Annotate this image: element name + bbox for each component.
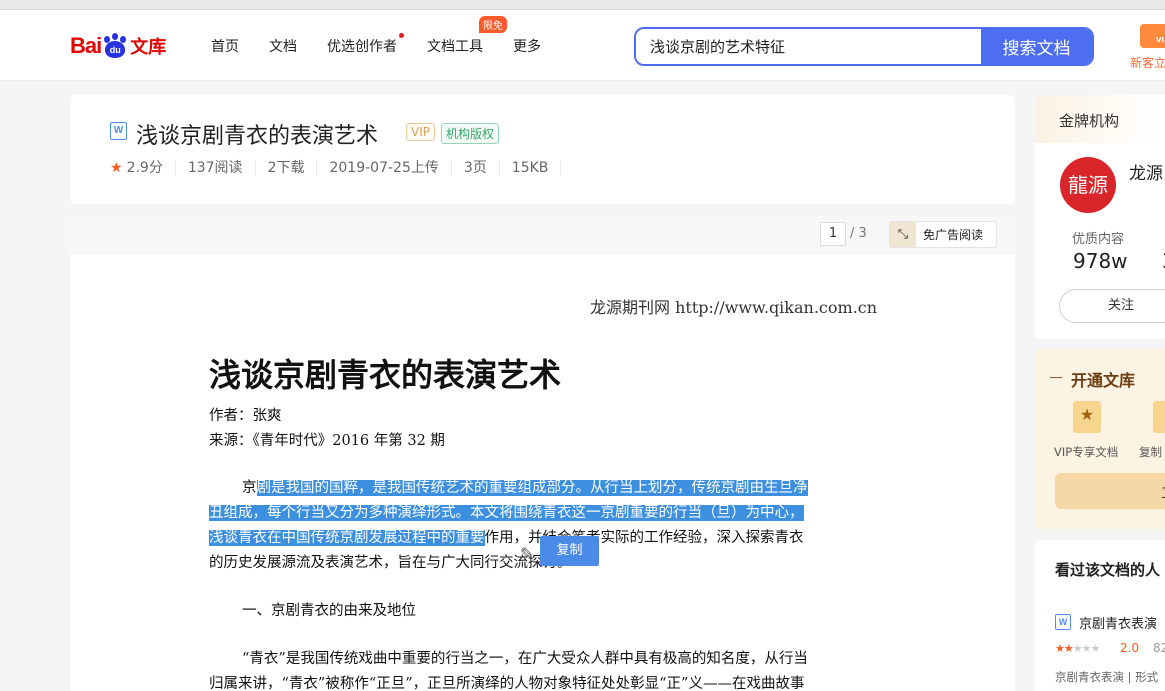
gift-icon: VI <box>1140 24 1165 48</box>
paragraph-line[interactable]: 浅谈青衣在中国传统京剧发展过程中的重要作用，并结合笔者实际的工作经验，深入探索青… <box>209 526 804 547</box>
document-title: 浅谈京剧青衣的表演艺术 <box>136 124 379 149</box>
total-pages: / 3 <box>850 226 867 241</box>
gold-org-card: 金牌机构 龍源 龙源 优质内容 978w 3 关注 <box>1035 95 1165 339</box>
limited-free-badge: 限免 <box>479 15 507 33</box>
rating-value: 2.9分 <box>126 160 163 176</box>
paragraph-line[interactable]: “青衣”是我国传统戏曲中重要的行当之一，在广大受众人群中具有极高的知名度，从行当 <box>242 647 808 668</box>
new-user-gift[interactable]: VI 新客立 <box>1128 22 1165 78</box>
nav-creators-label: 优选创作者 <box>327 38 397 55</box>
logo-du: du <box>105 41 126 58</box>
vip-doc-icon: ★ <box>1073 401 1101 433</box>
document-info-card: W 浅谈京剧青衣的表演艺术 VIP 机构版权 ★ 2.9分 137阅读 2下载 2… <box>70 95 1015 204</box>
read-count: 137阅读 <box>176 161 256 175</box>
paragraph-line[interactable]: 的历史发展源流及表演艺术，旨在与广大同行交流探讨。 <box>209 551 572 572</box>
related-rating: 2.0 <box>1120 641 1140 655</box>
selected-text[interactable]: 丑组成，每个行当又分为多种演绎形式。本文将围绕青衣这一京剧重要的行当（旦）为中心… <box>209 505 804 521</box>
document-page: 龙源期刊网 http://www.qikan.com.cn 浅谈京剧青衣的表演艺… <box>70 254 1015 691</box>
related-tags: 京剧青衣表演 | 形式 <box>1055 670 1159 684</box>
publisher-header: 龙源期刊网 http://www.qikan.com.cn <box>590 298 878 317</box>
search-input[interactable] <box>636 29 981 64</box>
follow-button[interactable]: 关注 <box>1059 289 1165 323</box>
nav-creators[interactable]: 优选创作者 <box>327 32 404 56</box>
stat-label: 优质内容 <box>1072 232 1125 247</box>
paragraph-lead: 京 <box>242 480 257 496</box>
notification-dot <box>399 32 404 38</box>
word-file-icon: W <box>110 122 127 140</box>
copy-benefit-label: 复制 <box>1139 445 1162 459</box>
nav-tools[interactable]: 文档工具 限免 <box>427 15 507 56</box>
new-user-label: 新客立 <box>1130 56 1165 70</box>
vip-badge: VIP <box>406 123 435 141</box>
document-meta: ★ 2.9分 137阅读 2下载 2019-07-25上传 3页 15KB <box>110 161 562 175</box>
vip-open-label: 立 <box>1161 481 1165 502</box>
file-size: 15KB <box>500 161 562 175</box>
copy-button[interactable]: 复制 <box>540 536 599 566</box>
page-count: 3页 <box>452 161 500 175</box>
document-reader: 1 / 3 ⤡ 免广告阅读 龙源期刊网 http://www.qikan.com… <box>70 215 1015 691</box>
paragraph-line[interactable]: 归属来讲，“青衣”被称作“正旦”，正旦所演绎的人物对象特征处处彰显“正”义——在… <box>209 672 804 691</box>
section-heading: 一、京剧青衣的由来及地位 <box>242 603 416 619</box>
star-icon: ★ <box>110 160 123 176</box>
word-file-icon: W <box>1055 614 1071 630</box>
upload-date: 2019-07-25上传 <box>317 161 452 175</box>
vip-open-button[interactable]: 立 <box>1055 473 1165 509</box>
related-title: 看过该文档的人 <box>1055 561 1161 579</box>
baidu-wenku-logo[interactable]: Bai du 文库 <box>70 22 166 70</box>
related-doc-title[interactable]: 京剧青衣表演 <box>1079 613 1157 632</box>
rating: ★ 2.9分 <box>110 161 176 175</box>
nav-home[interactable]: 首页 <box>211 36 239 56</box>
vip-promo-title: 开通文库 <box>1049 367 1135 391</box>
org-name[interactable]: 龙源 <box>1129 159 1163 184</box>
vip-benefit-label: VIP专享文档 <box>1054 445 1119 459</box>
browser-top-strip <box>0 0 1165 10</box>
copy-icon <box>1153 401 1165 433</box>
author-line: 作者：张爽 <box>209 408 282 424</box>
logo-bai: Bai <box>70 33 102 58</box>
copyright-badge: 机构版权 <box>441 123 500 144</box>
related-count: 82 <box>1153 641 1165 655</box>
nav-more[interactable]: 更多 <box>513 36 541 56</box>
star-rating-icon: ★★★★★ <box>1055 642 1100 655</box>
download-count: 2下载 <box>256 161 318 175</box>
source-line: 来源：《青年时代》2016 年第 32 期 <box>209 433 445 449</box>
expand-icon: ⤡ <box>890 222 916 247</box>
vip-promo-card: 开通文库 ★ VIP专享文档 复制 立 <box>1035 349 1165 529</box>
pencil-icon[interactable]: ✎ <box>520 544 533 563</box>
current-page-input[interactable]: 1 <box>820 222 846 246</box>
content-title: 浅谈京剧青衣的表演艺术 <box>209 356 562 394</box>
paw-icon: du <box>102 33 128 59</box>
nav-tools-label: 文档工具 <box>427 38 483 55</box>
adfree-reading-button[interactable]: ⤡ 免广告阅读 <box>889 221 997 248</box>
search-bar: 搜索文档 <box>634 27 1094 66</box>
paragraph-line[interactable]: 丑组成，每个行当又分为多种演绎形式。本文将围绕青衣这一京剧重要的行当（旦）为中心… <box>209 501 804 522</box>
reader-toolbar: 1 / 3 ⤡ 免广告阅读 <box>70 215 1015 254</box>
site-header: Bai du 文库 首页 文档 优选创作者 文档工具 限免 更多 搜索文档 VI … <box>0 10 1165 81</box>
gift-tag: VI <box>1156 36 1165 44</box>
org-card-header: 金牌机构 <box>1035 95 1165 143</box>
adfree-label: 免广告阅读 <box>923 228 984 242</box>
selected-text[interactable]: 剧是我国的国粹，是我国传统艺术的重要组成部分。从行当上划分，传统京剧由生旦净 <box>256 480 808 496</box>
org-avatar[interactable]: 龍源 <box>1060 157 1116 213</box>
paragraph-line[interactable]: 京剧是我国的国粹，是我国传统艺术的重要组成部分。从行当上划分，传统京剧由生旦净 <box>242 476 808 497</box>
selected-text[interactable]: 浅谈青衣在中国传统京剧发展过程中的重要 <box>209 530 485 546</box>
search-button[interactable]: 搜索文档 <box>981 29 1092 64</box>
main-nav: 首页 文档 优选创作者 文档工具 限免 更多 <box>211 10 571 81</box>
logo-wenku: 文库 <box>130 37 167 58</box>
nav-docs[interactable]: 文档 <box>269 36 297 56</box>
related-docs-card: 看过该文档的人 W 京剧青衣表演 ★★★★★ 2.0 82 京剧青衣表演 | 形… <box>1035 540 1165 691</box>
stat-value: 978w <box>1073 249 1128 273</box>
